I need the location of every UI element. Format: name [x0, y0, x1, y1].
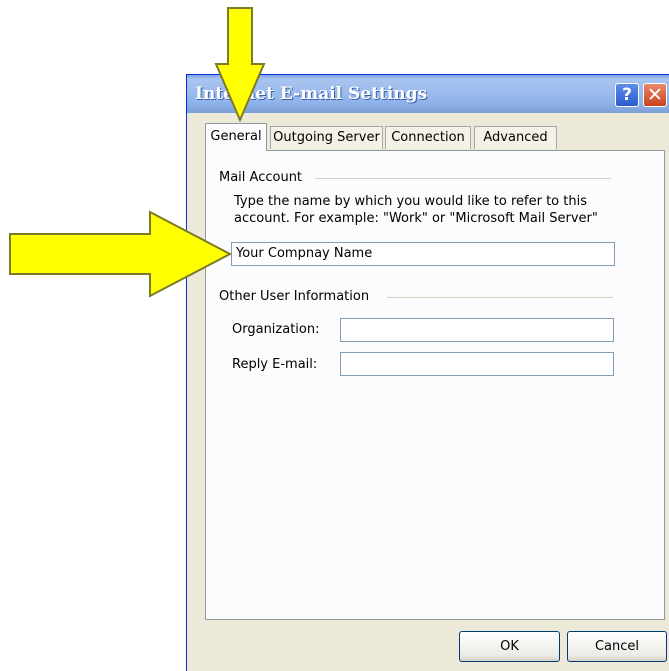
tab-outgoing-server[interactable]: Outgoing Server — [270, 126, 383, 149]
description-line-1: Type the name by which you would like to… — [234, 194, 587, 209]
internet-email-settings-dialog: Internet E-mail Settings ? ✕ General Out… — [186, 74, 669, 671]
organization-label: Organization: — [232, 322, 320, 337]
right-arrow-annotation — [9, 210, 233, 298]
tab-general[interactable]: General — [205, 123, 267, 151]
other-user-info-heading: Other User Information — [219, 289, 376, 304]
mail-account-heading: Mail Account — [219, 170, 309, 185]
down-arrow-annotation — [214, 7, 266, 122]
mail-account-divider — [315, 178, 611, 179]
tab-advanced[interactable]: Advanced — [474, 126, 557, 149]
account-name-input[interactable]: Your Compnay Name — [231, 242, 615, 266]
reply-email-input[interactable] — [340, 352, 614, 376]
description-line-2: account. For example: "Work" or "Microso… — [234, 211, 598, 226]
cancel-button[interactable]: Cancel — [567, 631, 667, 662]
tab-connection[interactable]: Connection — [385, 126, 471, 149]
right-arrow-shape — [9, 210, 233, 298]
ok-button[interactable]: OK — [459, 631, 560, 662]
other-user-divider — [387, 297, 613, 298]
reply-email-label: Reply E-mail: — [232, 357, 318, 372]
organization-input[interactable] — [340, 318, 614, 342]
help-button[interactable]: ? — [615, 83, 639, 107]
close-button[interactable]: ✕ — [643, 83, 667, 107]
down-arrow-shape — [214, 7, 266, 122]
mail-account-description: Type the name by which you would like to… — [234, 193, 614, 227]
